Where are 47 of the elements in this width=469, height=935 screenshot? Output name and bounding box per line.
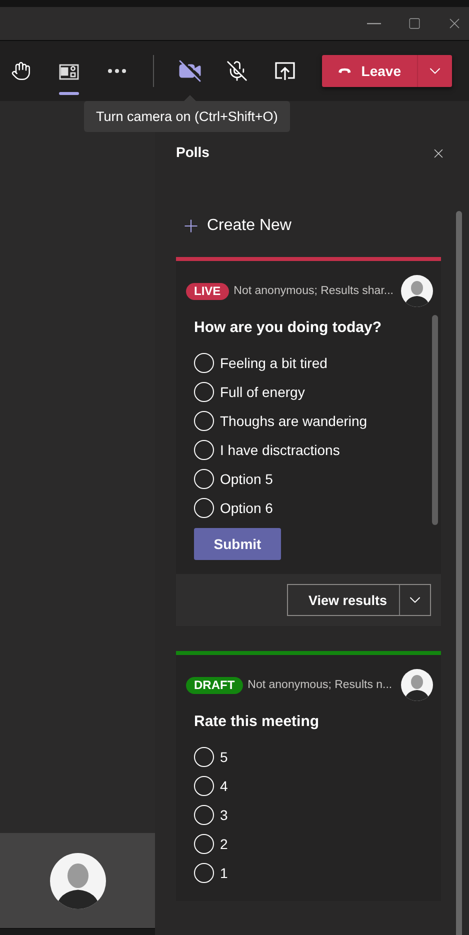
share-screen-icon	[274, 60, 296, 82]
scrollbar[interactable]	[456, 211, 462, 935]
hand-icon	[11, 61, 31, 81]
option-label: 4	[220, 778, 228, 794]
leave-button[interactable]: Leave	[322, 55, 417, 87]
option-label: 3	[220, 806, 228, 822]
status-badge: DRAFT	[186, 676, 243, 694]
avatar-icon	[50, 852, 106, 908]
camera-off-icon	[178, 59, 202, 83]
hang-up-icon	[338, 66, 352, 76]
microphone-off-icon	[226, 60, 248, 82]
radio-button[interactable]	[194, 834, 214, 854]
option-label: I have disctractions	[220, 442, 340, 458]
submit-button[interactable]: Submit	[194, 528, 281, 560]
option-label: 5	[220, 748, 228, 764]
tooltip: Turn camera on (Ctrl+Shift+O)	[84, 101, 290, 132]
radio-button[interactable]	[194, 352, 214, 372]
radio-button[interactable]	[194, 498, 214, 518]
avatar-icon	[401, 275, 433, 307]
poll-settings: Not anonymous; Results shar...	[234, 285, 394, 297]
poll-question: Rate this meeting	[194, 713, 320, 730]
status-badge: LIVE	[186, 282, 229, 300]
option-label: 2	[220, 836, 228, 852]
option-label: 1	[220, 864, 228, 880]
radio-button[interactable]	[194, 746, 214, 766]
more-icon	[108, 69, 126, 73]
poll-settings: Not anonymous; Results n...	[248, 679, 394, 691]
radio-button[interactable]	[194, 776, 214, 796]
radio-button[interactable]	[194, 440, 214, 460]
radio-button[interactable]	[194, 862, 214, 882]
radio-button[interactable]	[194, 382, 214, 402]
scrollbar[interactable]	[432, 315, 438, 525]
minimize-icon	[367, 22, 381, 24]
option-label: Full of energy	[220, 384, 305, 400]
radio-button[interactable]	[194, 468, 214, 488]
avatar-icon	[401, 669, 433, 701]
option-label: Thoughs are wandering	[220, 412, 368, 428]
radio-button[interactable]	[194, 804, 214, 824]
radio-button[interactable]	[194, 410, 214, 430]
create-new-button[interactable]: Create New	[176, 214, 292, 238]
view-results-button[interactable]: View results	[288, 585, 400, 615]
poll-question: How are you doing today?	[194, 319, 383, 336]
panel-title: Polls	[176, 144, 210, 160]
option-label: Option 5	[220, 470, 273, 486]
maximize-icon	[408, 17, 420, 30]
option-label: Feeling a bit tired	[220, 354, 328, 370]
option-label: Option 6	[220, 500, 273, 516]
